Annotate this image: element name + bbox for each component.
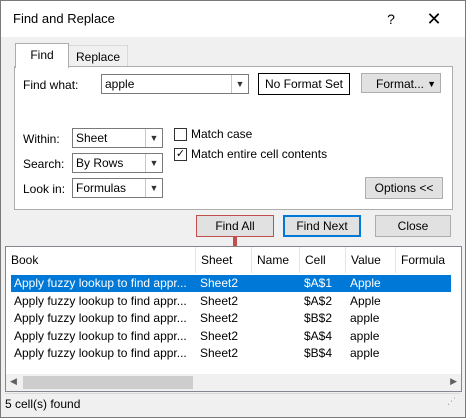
cell-value: apple — [350, 346, 380, 360]
dropdown-arrow-icon: ▼ — [427, 79, 436, 89]
title-bar: Find and Replace ? ✕ — [1, 1, 465, 37]
cell-sheet: Sheet2 — [200, 346, 239, 360]
horizontal-scrollbar[interactable]: ◀ ▶ — [6, 374, 461, 391]
close-button-label: Close — [397, 219, 429, 233]
find-replace-dialog: Find and Replace ? ✕ Find Replace Find w… — [0, 0, 466, 418]
cell-value: Apple — [350, 276, 381, 290]
cell-cell: $B$4 — [304, 346, 333, 360]
help-icon[interactable]: ? — [379, 7, 403, 31]
status-bar: 5 cell(s) found ⋰ — [5, 393, 460, 414]
tab-find-label: Find — [30, 48, 54, 62]
status-text: 5 cell(s) found — [5, 397, 81, 411]
look-in-label: Look in: — [23, 182, 66, 196]
find-all-button[interactable]: Find All — [196, 215, 274, 237]
column-header-book[interactable]: Book — [6, 247, 196, 273]
within-value: Sheet — [76, 131, 108, 145]
cell-book: Apply fuzzy lookup to find appr... — [14, 346, 187, 360]
checkmark-icon: ✓ — [175, 148, 186, 160]
find-all-label: Find All — [215, 219, 255, 233]
within-label: Within: — [23, 132, 60, 146]
cell-book: Apply fuzzy lookup to find appr... — [14, 328, 187, 343]
find-options-panel: Find what: apple ▼ No Format Set Format.… — [14, 66, 453, 210]
table-row[interactable]: Apply fuzzy lookup to find appr... Sheet2… — [11, 293, 451, 310]
table-row[interactable]: Apply fuzzy lookup to find appr... Sheet2… — [11, 275, 451, 292]
cell-cell: $B$2 — [304, 311, 333, 325]
tab-replace-label: Replace — [75, 50, 121, 64]
close-icon[interactable]: ✕ — [421, 7, 447, 31]
search-label: Search: — [23, 157, 65, 171]
chevron-down-icon[interactable]: ▼ — [145, 154, 162, 172]
cell-value: apple — [350, 311, 380, 325]
scrollbar-thumb[interactable] — [23, 376, 193, 389]
options-button[interactable]: Options << — [365, 177, 443, 199]
cell-book: Apply fuzzy lookup to find appr... — [14, 276, 187, 290]
cell-cell: $A$4 — [304, 328, 333, 343]
search-value: By Rows — [76, 156, 124, 170]
results-list[interactable]: Book Sheet Name Cell Value Formula Apply… — [5, 246, 462, 392]
cell-cell: $A$2 — [304, 293, 333, 308]
scroll-right-icon[interactable]: ▶ — [450, 376, 457, 387]
find-next-button[interactable]: Find Next — [283, 215, 361, 237]
match-case-checkbox[interactable] — [174, 128, 187, 141]
column-header-value[interactable]: Value — [346, 247, 396, 273]
close-button[interactable]: Close — [375, 215, 451, 237]
table-row[interactable]: Apply fuzzy lookup to find appr... Sheet2… — [11, 310, 451, 327]
find-what-input[interactable]: apple — [105, 77, 134, 91]
column-header-formula[interactable]: Formula — [396, 247, 461, 273]
column-header-sheet[interactable]: Sheet — [196, 247, 252, 273]
table-row[interactable]: Apply fuzzy lookup to find appr... Sheet2… — [11, 328, 451, 345]
find-what-label: Find what: — [23, 78, 79, 92]
cell-book: Apply fuzzy lookup to find appr... — [14, 311, 187, 325]
format-button-label: Format... — [376, 77, 425, 91]
find-what-combo[interactable]: apple ▼ — [101, 74, 249, 94]
column-header-name[interactable]: Name — [252, 247, 300, 273]
cell-sheet: Sheet2 — [200, 311, 239, 325]
column-header-cell[interactable]: Cell — [300, 247, 346, 273]
look-in-value: Formulas — [76, 181, 127, 195]
chevron-down-icon[interactable]: ▼ — [145, 129, 162, 147]
cell-value: apple — [350, 328, 380, 343]
window-title: Find and Replace — [13, 11, 115, 26]
cell-book: Apply fuzzy lookup to find appr... — [14, 293, 187, 308]
cell-sheet: Sheet2 — [200, 328, 239, 343]
chevron-down-icon[interactable]: ▼ — [231, 75, 248, 93]
match-case-label[interactable]: Match case — [191, 127, 252, 141]
options-button-label: Options << — [374, 181, 434, 195]
tab-replace[interactable]: Replace — [68, 45, 128, 68]
cell-sheet: Sheet2 — [200, 276, 239, 290]
within-combo[interactable]: Sheet ▼ — [72, 128, 163, 148]
format-button[interactable]: Format... ▼ — [361, 73, 441, 93]
scroll-left-icon[interactable]: ◀ — [10, 376, 17, 387]
match-entire-checkbox[interactable]: ✓ — [174, 148, 187, 161]
cell-cell: $A$1 — [304, 276, 333, 290]
look-in-combo[interactable]: Formulas ▼ — [72, 178, 163, 198]
tab-find[interactable]: Find — [15, 43, 69, 68]
cell-value: Apple — [350, 293, 381, 308]
match-entire-label[interactable]: Match entire cell contents — [191, 147, 327, 161]
search-combo[interactable]: By Rows ▼ — [72, 153, 163, 173]
resize-grip-icon[interactable]: ⋰ — [447, 391, 456, 411]
cell-sheet: Sheet2 — [200, 293, 239, 308]
table-row[interactable]: Apply fuzzy lookup to find appr... Sheet2… — [11, 345, 451, 362]
chevron-down-icon[interactable]: ▼ — [145, 179, 162, 197]
format-status-label: No Format Set — [264, 77, 344, 91]
format-status-box: No Format Set — [258, 73, 350, 95]
find-next-label: Find Next — [296, 219, 348, 233]
